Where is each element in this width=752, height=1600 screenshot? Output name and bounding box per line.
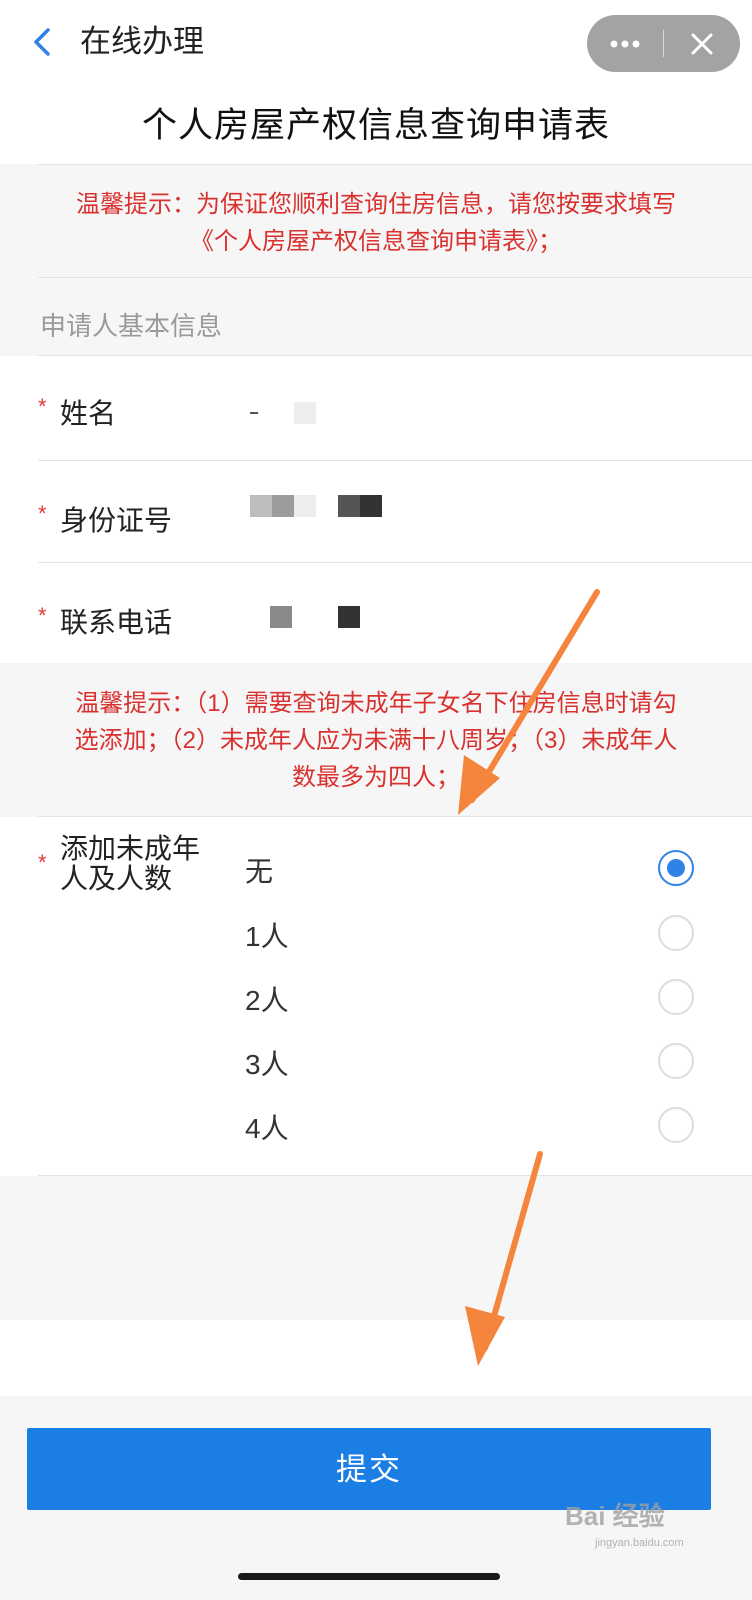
- annotation-arrow: [458, 589, 600, 815]
- annotation-arrows: [458, 589, 600, 1366]
- annotation-arrow: [465, 1151, 543, 1366]
